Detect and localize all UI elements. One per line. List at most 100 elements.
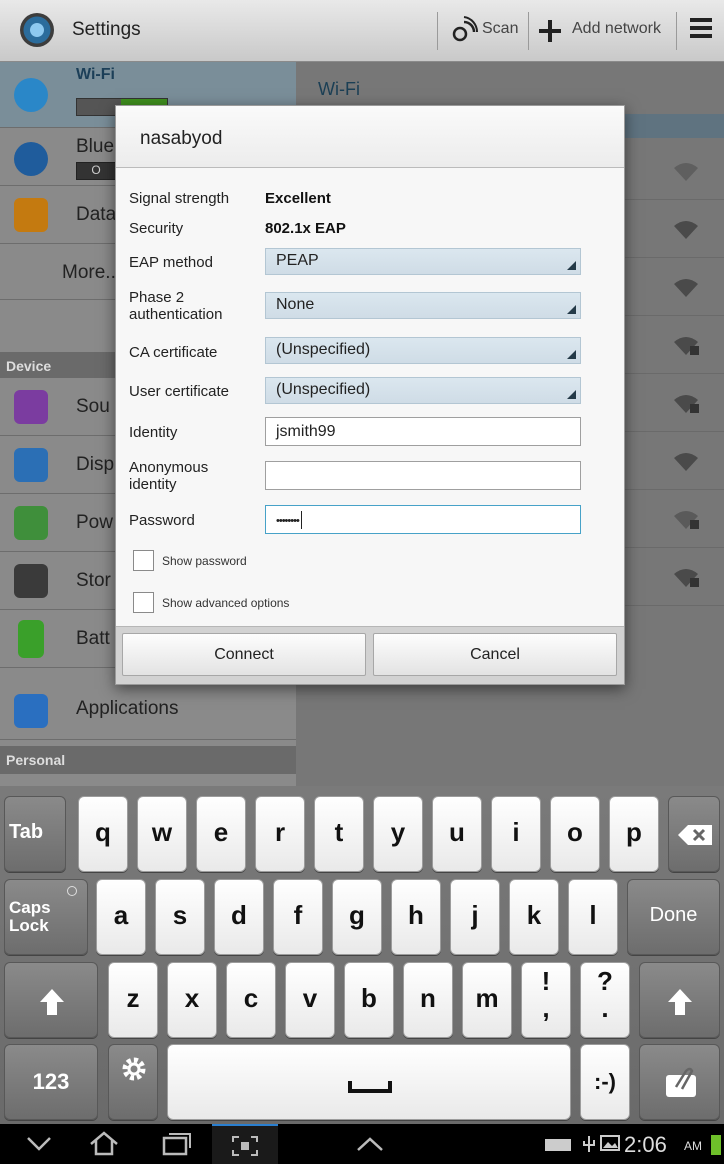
key-f[interactable]: f — [273, 879, 323, 955]
connect-button[interactable]: Connect — [122, 633, 366, 676]
key-n[interactable]: n — [403, 962, 453, 1038]
security-value: 802.1x EAP — [265, 220, 346, 237]
key-settings[interactable] — [108, 1044, 158, 1120]
dialog-header: nasabyod — [116, 106, 624, 168]
key-d[interactable]: d — [214, 879, 264, 955]
data-usage-icon — [14, 198, 48, 232]
show-advanced-checkbox[interactable] — [133, 592, 154, 613]
phase2-select[interactable]: None — [265, 292, 581, 319]
key-c[interactable]: c — [226, 962, 276, 1038]
password-label: Password — [129, 512, 195, 529]
anonymous-identity-label: Anonymous identity — [129, 459, 209, 493]
key-question-period[interactable]: ? . — [580, 962, 630, 1038]
key-x[interactable]: x — [167, 962, 217, 1038]
show-password-checkbox[interactable] — [133, 550, 154, 571]
wifi-locked-icon — [674, 395, 699, 413]
identity-label: Identity — [129, 424, 178, 441]
add-network-label: Add network — [572, 20, 661, 37]
image-notification-icon — [600, 1135, 620, 1151]
recent-apps-icon[interactable] — [160, 1130, 192, 1156]
key-r[interactable]: r — [255, 796, 305, 872]
security-label: Security — [129, 220, 184, 237]
key-l[interactable]: l — [568, 879, 618, 955]
key-m[interactable]: m — [462, 962, 512, 1038]
power-icon — [14, 506, 48, 540]
key-g[interactable]: g — [332, 879, 382, 955]
key-j[interactable]: j — [450, 879, 500, 955]
key-exclamation-comma[interactable]: ! , — [521, 962, 571, 1038]
clock-ampm: AM — [684, 1139, 702, 1153]
key-done[interactable]: Done — [627, 879, 720, 955]
divider — [676, 12, 677, 50]
keyboard-status-icon — [545, 1139, 571, 1151]
user-certificate-select[interactable]: (Unspecified) — [265, 377, 581, 404]
clock: 2:06 — [624, 1132, 667, 1157]
signal-strength-value: Excellent — [265, 190, 331, 207]
key-numbers[interactable]: 123 — [4, 1044, 98, 1120]
wifi-icon — [14, 78, 48, 112]
scan-button[interactable]: Scan — [440, 0, 528, 62]
overflow-menu-icon[interactable] — [690, 18, 712, 38]
key-k[interactable]: k — [509, 879, 559, 955]
wifi-locked-icon — [674, 337, 699, 355]
key-t[interactable]: t — [314, 796, 364, 872]
page-title: Settings — [72, 19, 141, 40]
back-chevron-icon[interactable] — [26, 1136, 52, 1152]
ca-certificate-label: CA certificate — [129, 344, 218, 361]
key-backspace[interactable] — [668, 796, 720, 872]
text-cursor — [300, 511, 302, 529]
key-p[interactable]: p — [609, 796, 659, 872]
wifi-signal-icon — [674, 279, 698, 297]
key-z[interactable]: z — [108, 962, 158, 1038]
key-space[interactable] — [167, 1044, 571, 1120]
shift-arrow-icon — [40, 989, 64, 1015]
user-certificate-label: User certificate — [129, 383, 230, 400]
home-icon[interactable] — [88, 1130, 120, 1156]
screenshot-button[interactable] — [212, 1124, 278, 1164]
add-network-button[interactable]: Add network — [532, 0, 674, 62]
wifi-config-dialog: nasabyod Signal strength Excellent Secur… — [115, 105, 625, 685]
key-b[interactable]: b — [344, 962, 394, 1038]
eap-method-select[interactable]: PEAP — [265, 248, 581, 275]
key-s[interactable]: s — [155, 879, 205, 955]
key-shift-right[interactable] — [639, 962, 720, 1038]
key-q[interactable]: q — [78, 796, 128, 872]
scan-icon — [452, 16, 478, 42]
key-u[interactable]: u — [432, 796, 482, 872]
key-v[interactable]: v — [285, 962, 335, 1038]
sidebar-item-applications[interactable]: Applications — [0, 682, 296, 740]
wifi-locked-icon — [674, 569, 699, 587]
anonymous-identity-input[interactable] — [265, 461, 581, 490]
wifi-signal-icon — [674, 453, 698, 471]
caps-indicator-icon — [67, 886, 77, 896]
key-o[interactable]: o — [550, 796, 600, 872]
sound-icon — [14, 390, 48, 424]
key-i[interactable]: i — [491, 796, 541, 872]
identity-input[interactable]: jsmith99 — [265, 417, 581, 446]
key-shift-left[interactable] — [4, 962, 98, 1038]
key-h[interactable]: h — [391, 879, 441, 955]
cancel-button[interactable]: Cancel — [373, 633, 617, 676]
settings-gear-icon — [122, 1057, 146, 1081]
key-e[interactable]: e — [196, 796, 246, 872]
ca-certificate-select[interactable]: (Unspecified) — [265, 337, 581, 364]
bluetooth-toggle[interactable]: O — [76, 162, 116, 180]
key-a[interactable]: a — [96, 879, 146, 955]
key-w[interactable]: w — [137, 796, 187, 872]
applications-icon — [14, 694, 48, 728]
scan-label: Scan — [482, 20, 519, 37]
key-y[interactable]: y — [373, 796, 423, 872]
phase2-label: Phase 2 authentication — [129, 289, 223, 323]
key-smiley[interactable]: :-) — [580, 1044, 630, 1120]
key-clipboard[interactable] — [639, 1044, 720, 1120]
bluetooth-icon — [14, 142, 48, 176]
key-tab[interactable]: Tab — [4, 796, 66, 872]
dropdown-arrow-icon — [567, 261, 576, 270]
show-advanced-label: Show advanced options — [162, 596, 290, 610]
collapse-chevron-icon[interactable] — [356, 1136, 384, 1152]
password-input[interactable]: •••••••• — [265, 505, 581, 534]
show-password-label: Show password — [162, 554, 247, 568]
signal-strength-label: Signal strength — [129, 190, 230, 207]
system-navigation-bar: 2:06 AM — [0, 1124, 724, 1164]
key-caps-lock[interactable]: Caps Lock — [4, 879, 88, 955]
